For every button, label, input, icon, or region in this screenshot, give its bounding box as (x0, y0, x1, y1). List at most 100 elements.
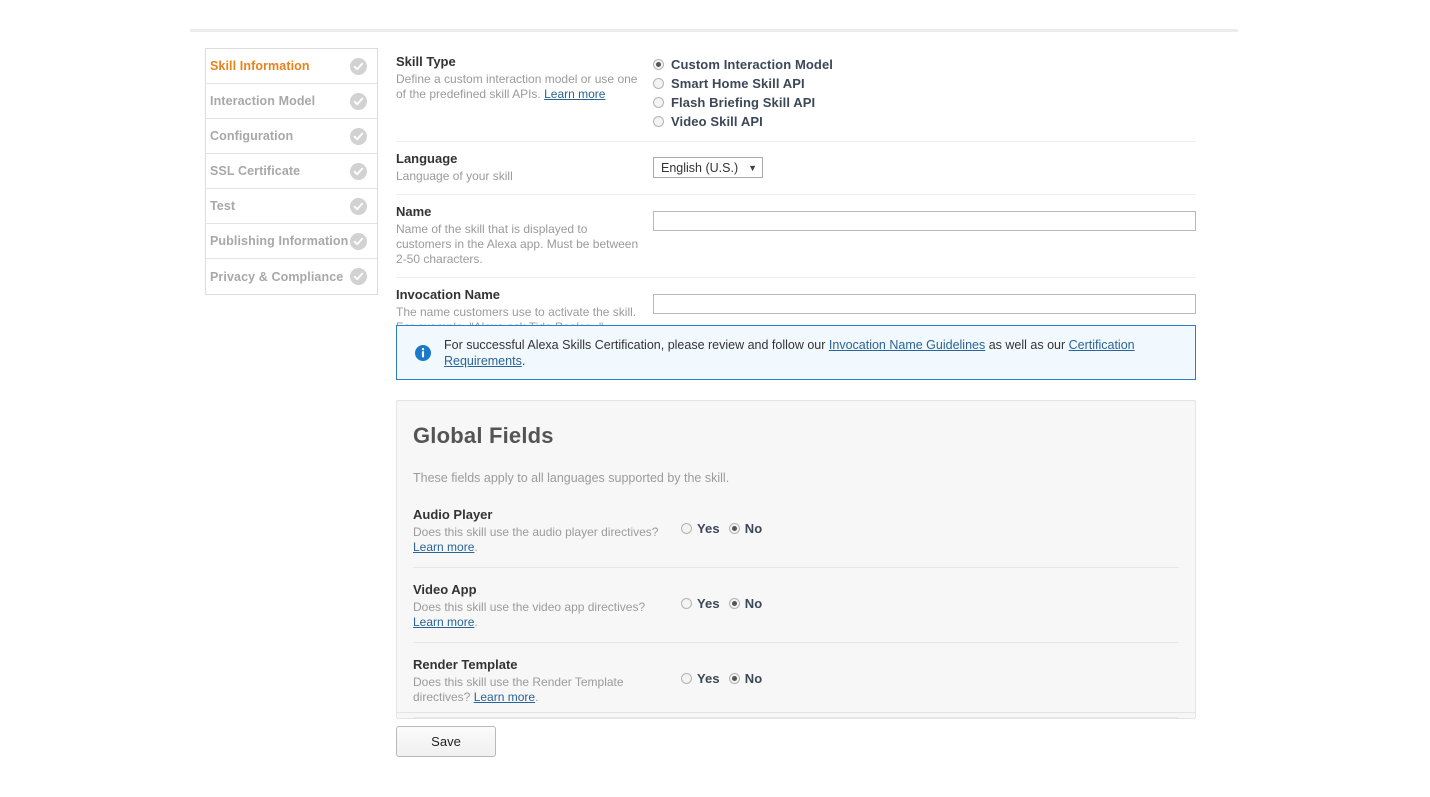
info-circle-icon (415, 344, 431, 361)
radio-indicator[interactable] (681, 673, 692, 684)
sidebar-item-label: Test (210, 199, 236, 213)
check-circle-icon (350, 92, 367, 110)
render-template-learn-more-link[interactable]: Learn more (474, 690, 535, 704)
skill-type-radio-group: Custom Interaction Model Smart Home Skil… (653, 54, 1196, 131)
sidebar-item-label: Privacy & Compliance (210, 269, 344, 284)
info-text-before: For successful Alexa Skills Certificatio… (444, 337, 829, 352)
audio-player-description-suffix: . (474, 540, 478, 554)
skill-type-learn-more-link[interactable]: Learn more (544, 87, 605, 101)
skill-type-title: Skill Type (396, 54, 456, 69)
audio-player-description: Does this skill use the audio player dir… (413, 525, 673, 555)
render-template-option-no[interactable]: No (728, 669, 763, 688)
sidebar-item-interaction-model[interactable]: Interaction Model (206, 84, 377, 119)
skill-type-description: Define a custom interaction model or use… (396, 72, 643, 102)
check-circle-icon (350, 197, 367, 215)
video-app-option-no[interactable]: No (728, 594, 763, 613)
render-template-title: Render Template (413, 657, 518, 672)
footer-divider (396, 712, 1196, 713)
render-template-description: Does this skill use the Render Template … (413, 675, 673, 705)
render-template-description-suffix: . (535, 690, 539, 704)
global-fields-panel: Global Fields These fields apply to all … (396, 400, 1196, 719)
audio-player-title: Audio Player (413, 507, 493, 522)
sidebar-item-label: Interaction Model (210, 94, 316, 108)
skill-name-input[interactable] (653, 211, 1196, 231)
skill-type-option-smart-home-skill-api[interactable]: Smart Home Skill API (653, 74, 1196, 93)
radio-indicator[interactable] (728, 673, 740, 684)
check-circle-icon (350, 162, 367, 180)
save-button[interactable]: Save (396, 726, 496, 757)
skill-type-option-custom-interaction-model[interactable]: Custom Interaction Model (653, 55, 1196, 74)
skill-information-form: Skill Type Define a custom interaction m… (396, 48, 1196, 345)
language-description: Language of your skill (396, 169, 513, 183)
global-fields-title: Global Fields (413, 423, 554, 448)
language-description-column: Language Language of your skill (396, 151, 653, 184)
sidebar-item-label: Configuration (210, 129, 294, 143)
audio-player-option-yes[interactable]: Yes (681, 519, 720, 538)
form-row-skill-type: Skill Type Define a custom interaction m… (396, 48, 1196, 142)
video-app-learn-more-link[interactable]: Learn more (413, 615, 474, 629)
check-circle-icon (350, 127, 367, 145)
sidebar-item-label: Publishing Information (210, 234, 349, 248)
radio-indicator[interactable] (681, 523, 692, 534)
video-app-radio-group: Yes No (681, 594, 1179, 613)
radio-label: Yes (697, 671, 720, 686)
video-app-description-text: Does this skill use the video app direct… (413, 600, 646, 614)
radio-label: No (744, 596, 763, 611)
top-divider (190, 29, 1238, 32)
check-circle-icon (350, 57, 367, 75)
audio-player-option-no[interactable]: No (728, 519, 763, 538)
video-app-description-suffix: . (474, 615, 478, 629)
name-description: Name of the skill that is displayed to c… (396, 222, 639, 266)
skill-type-option-video-skill-api[interactable]: Video Skill API (653, 112, 1196, 131)
sidebar-item-skill-information[interactable]: Skill Information (206, 49, 377, 84)
render-template-option-yes[interactable]: Yes (681, 669, 720, 688)
sidebar-item-ssl-certificate[interactable]: SSL Certificate (206, 154, 377, 189)
render-template-radio-group: Yes No (681, 669, 1179, 688)
info-text-middle: as well as our (985, 337, 1069, 352)
audio-player-description-text: Does this skill use the audio player dir… (413, 525, 659, 539)
radio-indicator[interactable] (653, 78, 664, 89)
sidebar-item-label: SSL Certificate (210, 164, 301, 178)
radio-label: Smart Home Skill API (671, 76, 805, 91)
invocation-name-title: Invocation Name (396, 287, 501, 302)
sidebar-item-publishing-information[interactable]: Publishing Information (206, 224, 377, 259)
radio-indicator[interactable] (728, 523, 740, 534)
video-app-title: Video App (413, 582, 477, 597)
global-field-row-audio-player: Audio Player Does this skill use the aud… (413, 503, 1179, 568)
check-circle-icon (350, 268, 367, 285)
skill-builder-sidebar: Skill Information Interaction Model Conf… (205, 48, 378, 295)
language-select[interactable]: English (U.S.) ▼ (653, 157, 764, 178)
audio-player-radio-group: Yes No (681, 519, 1179, 538)
sidebar-item-privacy-compliance[interactable]: Privacy & Compliance (206, 259, 377, 294)
render-template-control-column: Yes No (681, 657, 1179, 705)
sidebar-item-configuration[interactable]: Configuration (206, 119, 377, 154)
invocation-name-guidelines-link[interactable]: Invocation Name Guidelines (829, 338, 985, 352)
radio-indicator[interactable] (653, 116, 664, 127)
skill-type-option-flash-briefing-skill-api[interactable]: Flash Briefing Skill API (653, 93, 1196, 112)
global-fields-subtitle: These fields apply to all languages supp… (413, 471, 730, 485)
radio-label: Custom Interaction Model (671, 57, 834, 72)
name-control-column (653, 204, 1196, 267)
radio-label: No (744, 671, 763, 686)
global-field-row-render-template: Render Template Does this skill use the … (413, 653, 1179, 718)
radio-indicator[interactable] (681, 598, 692, 609)
sidebar-item-test[interactable]: Test (206, 189, 377, 224)
video-app-option-yes[interactable]: Yes (681, 594, 720, 613)
radio-label: Video Skill API (671, 114, 763, 129)
video-app-control-column: Yes No (681, 582, 1179, 630)
video-app-description: Does this skill use the video app direct… (413, 600, 673, 630)
radio-indicator[interactable] (728, 598, 740, 609)
invocation-name-input[interactable] (653, 294, 1196, 314)
video-app-description-column: Video App Does this skill use the video … (413, 582, 681, 630)
certification-info-banner: For successful Alexa Skills Certificatio… (396, 325, 1196, 380)
check-circle-icon (350, 232, 367, 250)
skill-type-description-column: Skill Type Define a custom interaction m… (396, 54, 653, 131)
chevron-down-icon: ▼ (748, 162, 758, 173)
audio-player-learn-more-link[interactable]: Learn more (413, 540, 474, 554)
language-title: Language (396, 151, 458, 166)
info-text-after: . (521, 353, 526, 368)
global-field-row-video-app: Video App Does this skill use the video … (413, 578, 1179, 643)
radio-label: Flash Briefing Skill API (671, 95, 816, 110)
radio-indicator[interactable] (653, 97, 664, 108)
radio-indicator[interactable] (653, 59, 664, 70)
